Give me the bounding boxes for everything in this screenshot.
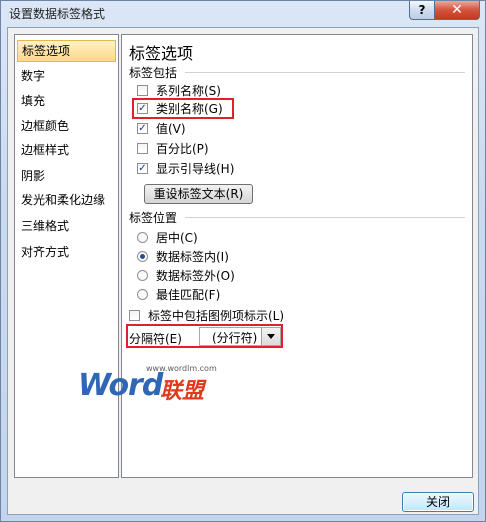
checkbox-box[interactable]: ✓ [137,163,148,174]
options-panel: 标签选项 标签包括 系列名称(S) ✓ 类别名称(G) ✓ 值(V) 百分比(P… [121,34,473,478]
divider [185,217,465,218]
section-label-contains: 标签包括 [129,66,178,80]
sidebar-item-number[interactable]: 数字 [17,65,116,87]
watermark-cn: 联盟 [160,379,205,404]
section-label-position: 标签位置 [129,211,178,225]
highlight-box [126,324,283,348]
highlight-box [132,98,234,119]
divider [185,72,465,73]
help-button[interactable]: ? [409,1,435,20]
option-label: 百分比(P) [156,142,209,156]
sidebar-item-glow-soft-edges[interactable]: 发光和柔化边缘 [17,189,116,211]
sidebar-item-border-color[interactable]: 边框颜色 [17,115,116,137]
watermark-word: Word [78,368,163,403]
option-label: 值(V) [156,122,186,136]
option-label: 居中(C) [156,231,198,245]
window-title: 设置数据标签格式 [9,7,106,21]
radio-button[interactable] [137,251,148,262]
close-icon: ✕ [451,2,463,18]
option-label: 标签中包括图例项标示(L) [148,309,285,323]
checkbox-box[interactable]: ✓ [137,123,148,134]
checkbox-box[interactable] [137,85,148,96]
reset-label-text-button[interactable]: 重设标签文本(R) [144,184,253,204]
sidebar-item-label-options[interactable]: 标签选项 [17,40,116,62]
dialog-body: 标签选项 数字 填充 边框颜色 边框样式 阴影 发光和柔化边缘 三维格式 对齐方… [7,27,479,515]
option-label: 最佳匹配(F) [156,288,221,302]
panel-heading: 标签选项 [129,44,194,63]
sidebar-item-fill[interactable]: 填充 [17,90,116,112]
radio-button[interactable] [137,270,148,281]
help-icon: ? [418,3,426,17]
close-button[interactable]: 关闭 [402,492,474,512]
sidebar-item-3d-format[interactable]: 三维格式 [17,215,116,237]
radio-button[interactable] [137,289,148,300]
checkbox-box[interactable] [137,143,148,154]
option-label: 数据标签内(I) [156,250,229,264]
checkbox-box[interactable] [129,310,140,321]
option-label: 系列名称(S) [156,84,221,98]
radio-button[interactable] [137,232,148,243]
title-bar[interactable]: 设置数据标签格式 ? ✕ [1,1,485,25]
category-list: 标签选项 数字 填充 边框颜色 边框样式 阴影 发光和柔化边缘 三维格式 对齐方… [14,34,119,478]
dialog-window: 设置数据标签格式 ? ✕ 标签选项 数字 填充 边框颜色 边框样式 阴影 发光和… [0,0,486,522]
sidebar-item-shadow[interactable]: 阴影 [17,165,116,187]
option-label: 显示引导线(H) [156,162,235,176]
sidebar-item-border-style[interactable]: 边框样式 [17,139,116,161]
option-label: 数据标签外(O) [156,269,235,283]
window-close-button[interactable]: ✕ [434,1,480,20]
sidebar-item-alignment[interactable]: 对齐方式 [17,241,116,263]
